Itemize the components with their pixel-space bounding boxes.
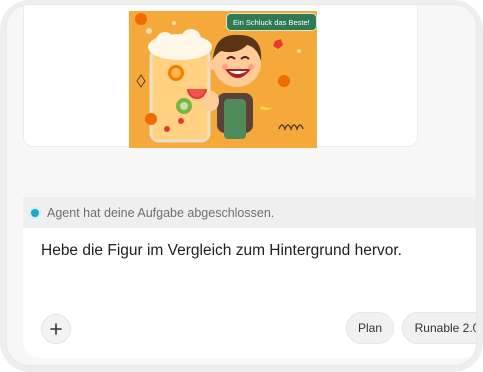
generated-image-card[interactable]: Ein Schluck das Beste! xyxy=(23,5,418,148)
status-dot-icon xyxy=(31,208,39,217)
chat-window: Ein Schluck das Beste! Agent hat deine A… xyxy=(7,5,476,365)
add-attachment-button[interactable] xyxy=(41,314,71,344)
status-text: Agent hat deine Aufgabe abgeschlossen. xyxy=(47,205,275,220)
plan-button[interactable]: Plan xyxy=(346,312,394,344)
poster-badge: Ein Schluck das Beste! xyxy=(226,13,317,31)
model-selector-button[interactable]: Runable 2.0 xyxy=(402,312,476,344)
prompt-composer[interactable]: Hebe die Figur im Vergleich zum Hintergr… xyxy=(23,228,476,358)
agent-status-bar: Agent hat deine Aufgabe abgeschlossen. xyxy=(23,197,476,228)
generated-image[interactable]: Ein Schluck das Beste! xyxy=(129,11,317,148)
prompt-input[interactable]: Hebe die Figur im Vergleich zum Hintergr… xyxy=(41,242,402,260)
screenshot-frame: Ein Schluck das Beste! Agent hat deine A… xyxy=(0,0,483,372)
plus-icon xyxy=(50,323,62,335)
